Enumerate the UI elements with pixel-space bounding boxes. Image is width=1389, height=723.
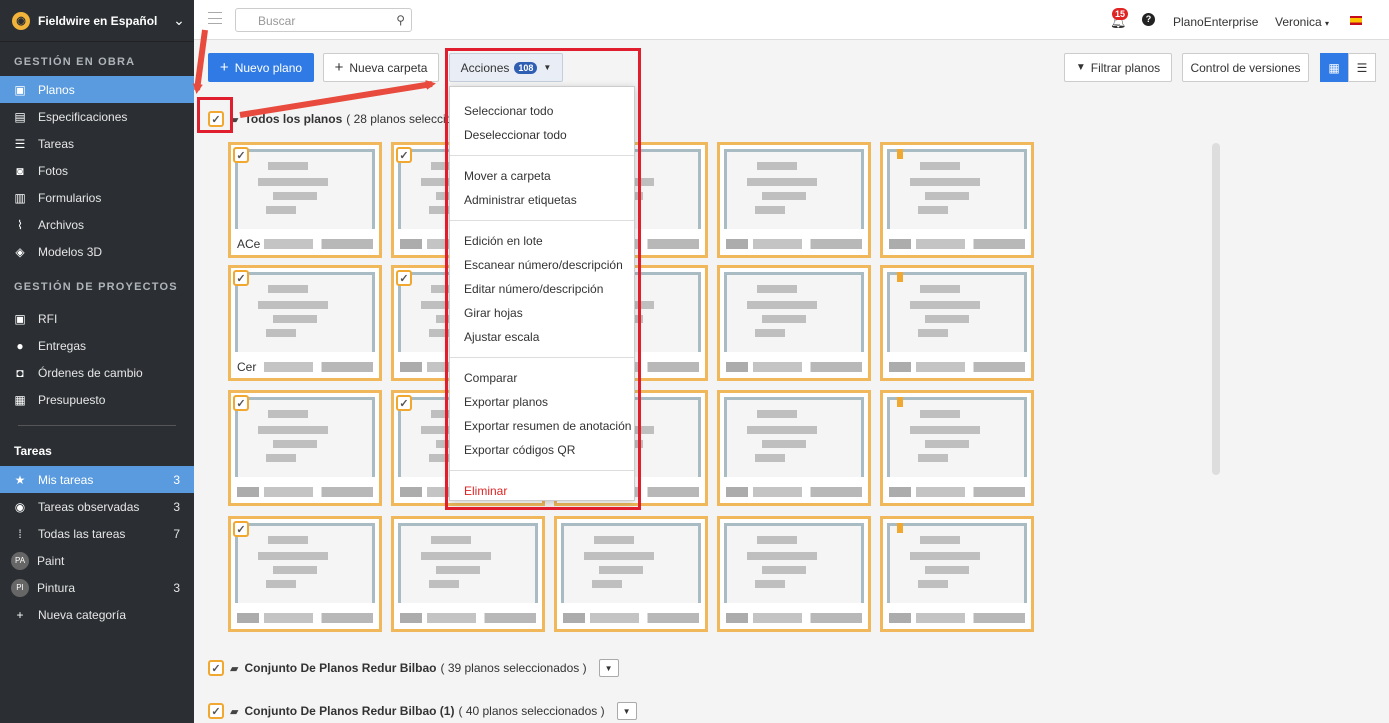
arrow-to-checkbox <box>192 29 208 94</box>
annotation-arrows <box>192 29 436 118</box>
arrow-to-actions <box>239 80 436 118</box>
